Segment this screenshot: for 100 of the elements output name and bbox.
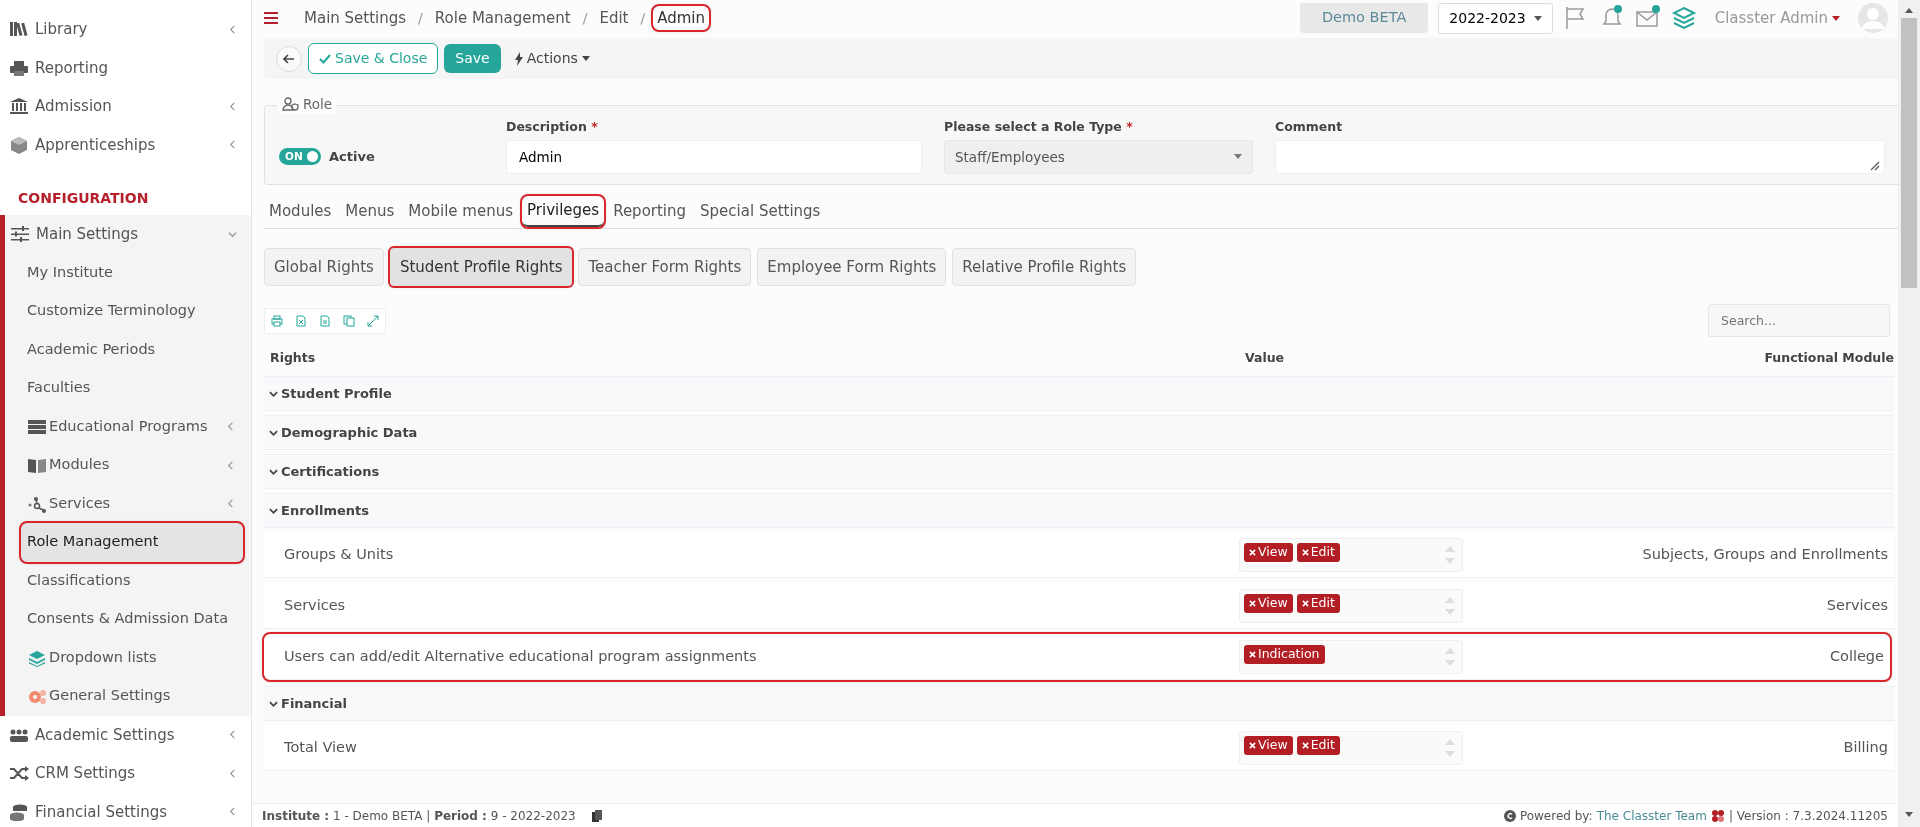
right-name: Services (283, 595, 347, 615)
section-title: CONFIGURATION (17, 189, 150, 208)
sidebar-item[interactable]: Admission (0, 87, 251, 126)
column-header: Value (1245, 349, 1286, 368)
chevron-left-icon (228, 768, 237, 778)
sidebar-subitem[interactable]: Academic Periods (21, 330, 243, 369)
value-multiselect[interactable]: View Edit (1239, 588, 1463, 623)
role-type-select[interactable]: Staff/Employees (944, 139, 1253, 174)
value-multiselect[interactable]: Indication (1239, 639, 1463, 674)
sidebar-item[interactable]: Library (0, 10, 251, 49)
tab[interactable]: Mobile menus (403, 197, 518, 226)
sidebar-item[interactable]: Reporting (0, 48, 251, 87)
team-link[interactable]: The Classter Team (1596, 806, 1707, 825)
comment-field[interactable] (1275, 139, 1885, 174)
sidebar-subitem[interactable]: General Settings (21, 677, 243, 716)
version-text: | Version : 7.3.2024.11205 (1728, 807, 1888, 825)
chevron-down-icon (269, 467, 278, 476)
books-icon (9, 20, 29, 39)
sidebar-subitem[interactable]: Role Management (21, 523, 243, 562)
group-row[interactable]: Certifications (264, 454, 1894, 489)
field-label: Comment (1275, 118, 1344, 136)
group-row[interactable]: Demographic Data (264, 415, 1894, 450)
remove-icon (1301, 599, 1309, 607)
permission-tag[interactable]: Indication (1244, 644, 1325, 664)
sidebar-item[interactable]: Financial Settings (0, 792, 251, 827)
chevron-down-icon (269, 389, 278, 398)
field-label: Description * (506, 118, 599, 136)
spreadsheet-icon (295, 314, 307, 327)
permission-tag[interactable]: View (1244, 593, 1293, 613)
caret-icon (1533, 15, 1542, 21)
right-name: Total View (283, 737, 358, 757)
footer-info: Institute : 1 - Demo BETA | Period : 9 - 2022-2023 (262, 807, 576, 825)
sidebar-item[interactable]: Academic Settings (0, 715, 251, 754)
value-multiselect[interactable]: View Edit (1239, 537, 1463, 572)
back-arrow-icon (283, 53, 295, 64)
breadcrumb-item[interactable]: Edit (595, 5, 633, 31)
module-name: Subjects, Groups and Enrollments (1641, 544, 1889, 564)
sidebar-item[interactable]: Main Settings (5, 215, 251, 254)
document-icon (319, 314, 331, 327)
sidebar-subitem[interactable]: Services (21, 484, 243, 523)
copy-icon (343, 314, 355, 327)
user-shield-icon (282, 97, 300, 112)
remove-icon (1249, 741, 1256, 749)
permission-tag[interactable]: Edit (1296, 593, 1340, 613)
group-row[interactable]: Enrollments (264, 493, 1894, 528)
tab[interactable]: Menus (340, 197, 400, 226)
print-icon (271, 314, 283, 327)
scrollbar-thumb[interactable] (1901, 18, 1917, 288)
sidebar-subitem[interactable]: Faculties (21, 369, 243, 408)
tab[interactable]: Special Settings (695, 197, 826, 226)
layers-icon (1670, 5, 1697, 31)
scroll-up-arrow-icon[interactable] (1904, 6, 1914, 14)
breadcrumb-item[interactable]: Main Settings (300, 5, 411, 31)
right-name: Users can add/edit Alternative educational program assignments (283, 646, 758, 666)
bank-icon (9, 97, 29, 116)
chevron-left-icon (228, 24, 237, 34)
scroll-down-arrow-icon[interactable] (1904, 811, 1914, 819)
scrollbar[interactable] (1898, 0, 1920, 827)
sidebar-subitem[interactable]: My Institute (21, 253, 243, 292)
remove-icon (1249, 599, 1256, 607)
sidebar-item[interactable]: Apprenticeships (0, 125, 251, 164)
sidebar-subitem[interactable]: Classifications (21, 561, 243, 600)
actions-dropdown[interactable]: Actions (506, 44, 598, 73)
value-multiselect[interactable]: View Edit (1239, 730, 1463, 765)
sidebar-subitem[interactable]: Educational Programs (21, 407, 243, 446)
subtab-button[interactable]: Employee Form Rights (757, 247, 947, 287)
chevron-down-icon (228, 229, 237, 239)
back-button[interactable] (276, 45, 302, 72)
expand-icon (367, 314, 379, 327)
subtab-button[interactable]: Teacher Form Rights (578, 247, 752, 287)
chevron-left-icon (228, 807, 237, 817)
chevron-left-icon (228, 730, 237, 740)
permission-tag[interactable]: View (1244, 735, 1293, 755)
group-row[interactable]: Student Profile (264, 376, 1894, 411)
sidebar-item[interactable]: CRM Settings (0, 754, 251, 793)
copyright-icon (1503, 809, 1516, 822)
permission-tag[interactable]: Edit (1296, 542, 1340, 562)
chevron-down-icon (269, 699, 278, 708)
remove-icon (1301, 548, 1309, 556)
chevron-left-icon (228, 101, 237, 111)
toggle-label: Active (329, 148, 375, 166)
breadcrumb-separator: / (582, 8, 588, 28)
search-field[interactable]: Search... (1708, 304, 1890, 338)
year-dropdown[interactable]: 2022-2023 (1438, 2, 1553, 34)
subtab-button[interactable]: Relative Profile Rights (952, 247, 1137, 287)
menu-icon (264, 12, 278, 24)
permission-tag[interactable]: Edit (1296, 735, 1340, 755)
breadcrumb-item[interactable]: Role Management (430, 5, 575, 31)
group-row[interactable]: Financial (264, 686, 1894, 721)
permission-tag[interactable]: View (1244, 542, 1293, 562)
sidebar-subitem[interactable]: Consents & Admission Data (21, 600, 243, 639)
tab[interactable]: Modules (264, 197, 337, 226)
tab[interactable]: Privileges (522, 196, 605, 227)
sidebar-subitem[interactable]: Modules (21, 446, 243, 485)
subtab-button[interactable]: Global Rights (264, 247, 384, 287)
tab[interactable]: Reporting (608, 197, 692, 226)
sidebar-subitem[interactable]: Dropdown lists (21, 638, 243, 677)
sidebar-subitem[interactable]: Customize Terminology (21, 292, 243, 331)
subtab-button[interactable]: Student Profile Rights (389, 247, 573, 287)
description-field[interactable]: Admin (506, 139, 922, 174)
